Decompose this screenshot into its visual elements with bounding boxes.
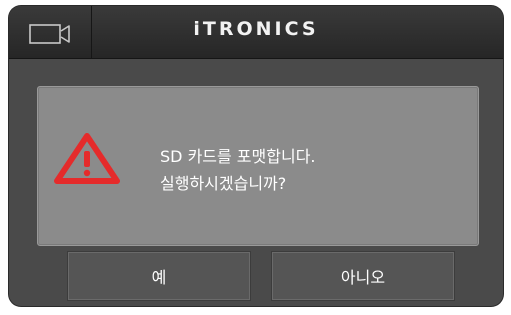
confirm-dialog: SD 카드를 포맷합니다. 실행하시겠습니까?: [37, 86, 479, 246]
warning-triangle-icon: [54, 133, 120, 184]
top-bar: iTRONICS: [9, 6, 503, 59]
message-line-2: 실행하시겠습니까?: [160, 174, 287, 193]
device-screen: iTRONICS SD 카드를 포맷합니다. 실행하시겠습니까? 예 아니오: [9, 6, 503, 306]
no-button[interactable]: 아니오: [271, 251, 455, 301]
message-line-1: SD 카드를 포맷합니다.: [160, 147, 316, 166]
brand-logo: iTRONICS: [193, 18, 319, 40]
yes-button[interactable]: 예: [67, 251, 251, 301]
dialog-message: SD 카드를 포맷합니다. 실행하시겠습니까?: [160, 143, 316, 197]
